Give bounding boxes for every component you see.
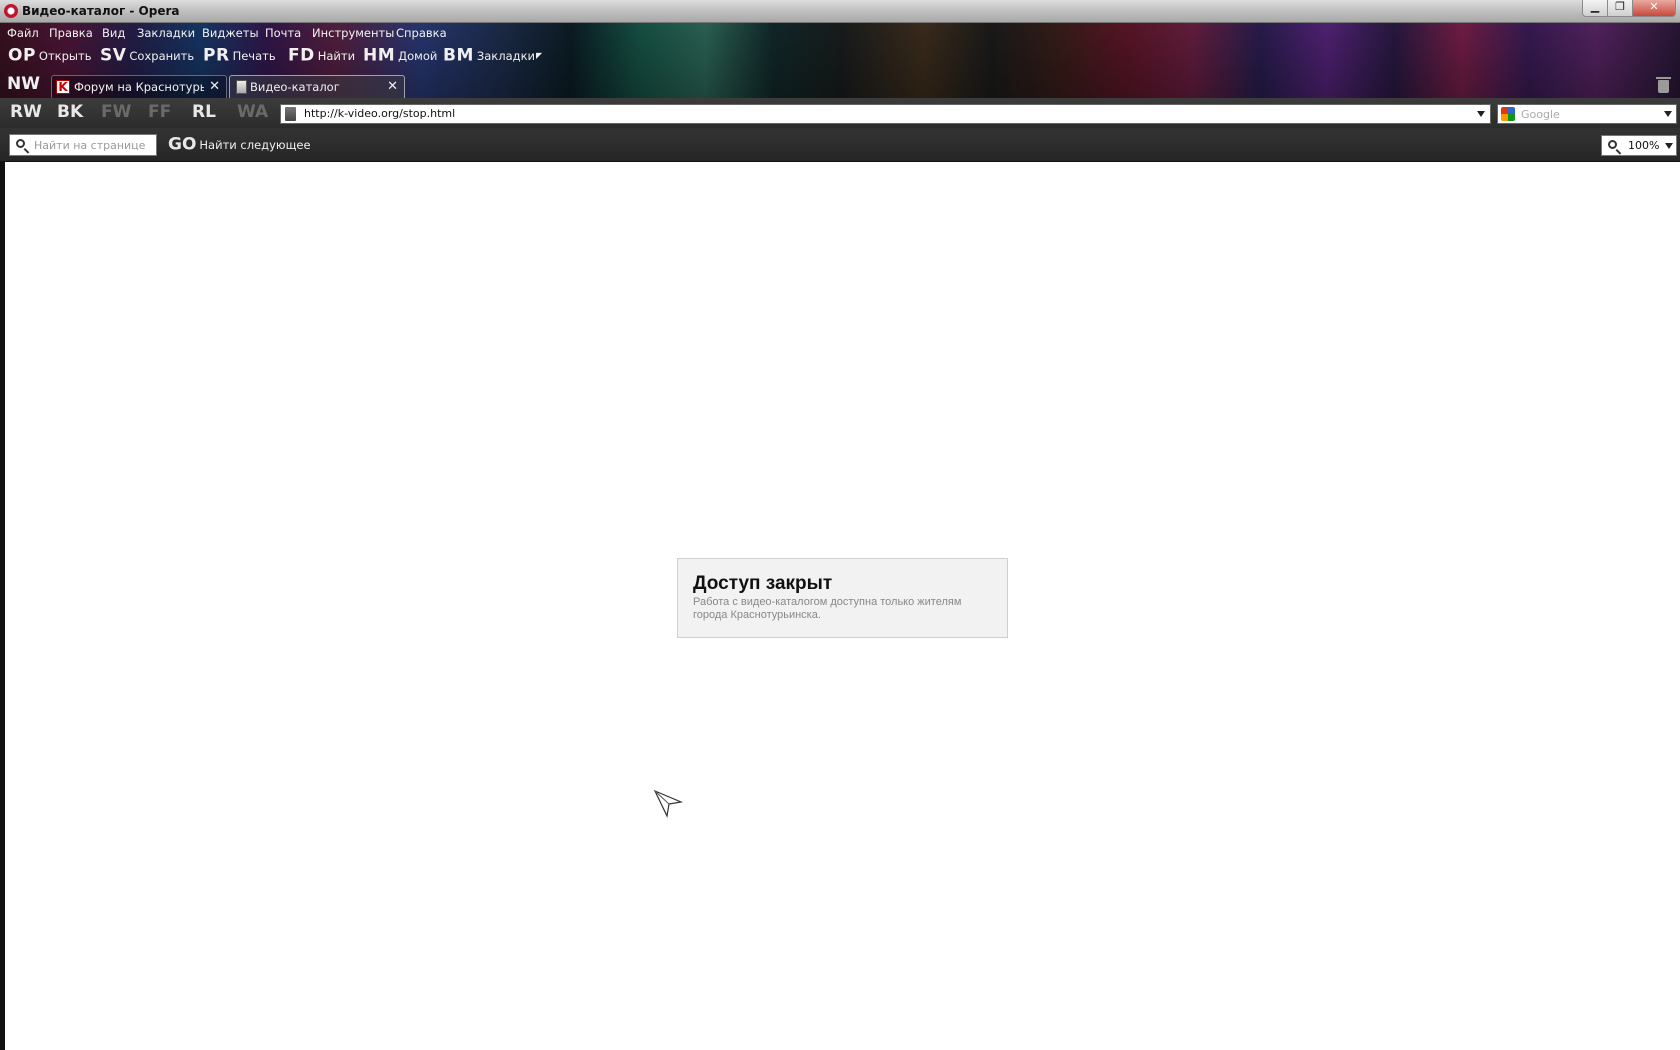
window-title: Видео-каталог - Opera <box>22 4 180 18</box>
notice-text: Работа с видео-каталогом доступна только… <box>693 596 962 621</box>
search-placeholder: Google <box>1521 108 1560 121</box>
dropdown-arrow-icon: ◤ <box>536 51 543 60</box>
restore-icon: ❐ <box>1615 0 1625 13</box>
back-button[interactable]: BK <box>57 102 83 122</box>
tab-forum-close-icon[interactable]: ✕ <box>209 79 220 94</box>
open-label: Открыть <box>38 48 92 63</box>
zoom-select[interactable]: 100% <box>1601 135 1677 156</box>
menu-bar: Файл Правка Вид Закладки Виджеты Почта И… <box>0 23 1680 43</box>
home-icon: HM <box>363 45 396 66</box>
open-icon: OP <box>8 45 36 66</box>
browser-chrome: Файл Правка Вид Закладки Виджеты Почта И… <box>0 23 1680 98</box>
home-button[interactable]: HM Домой <box>363 45 437 69</box>
find-icon: FD <box>288 45 315 66</box>
google-icon[interactable] <box>1501 107 1515 121</box>
home-label: Домой <box>398 48 438 63</box>
address-dropdown-icon[interactable] <box>1477 111 1485 117</box>
find-placeholder: Найти на странице <box>34 139 146 152</box>
notice-title: Доступ закрыт <box>693 573 833 594</box>
save-button[interactable]: SV Сохранить <box>100 45 194 69</box>
tab-video-catalog[interactable]: Видео-каталог ✕ <box>229 75 405 98</box>
zoom-value: 100% <box>1628 139 1660 152</box>
find-next-icon: GO <box>168 134 197 155</box>
new-tab-button[interactable]: NW <box>7 74 40 94</box>
menu-edit[interactable]: Правка <box>49 26 93 40</box>
save-icon: SV <box>100 45 127 66</box>
menu-view[interactable]: Вид <box>102 26 125 40</box>
zoom-dropdown-icon[interactable] <box>1665 143 1673 149</box>
menu-file[interactable]: Файл <box>7 26 39 40</box>
forward-button[interactable]: FW <box>101 102 131 122</box>
find-button[interactable]: FD Найти <box>288 45 355 69</box>
find-next-label: Найти следующее <box>199 137 311 152</box>
bookmarks-button[interactable]: BM Закладки◤ <box>443 45 542 69</box>
url-text[interactable]: http://k-video.org/stop.html <box>304 107 455 120</box>
forum-favicon-icon: K <box>56 80 70 94</box>
print-icon: PR <box>203 45 230 66</box>
tab-video-catalog-close-icon[interactable]: ✕ <box>387 79 398 94</box>
menu-widgets[interactable]: Виджеты <box>202 26 259 40</box>
rewind-button[interactable]: RW <box>10 102 42 122</box>
access-denied-notice: Доступ закрыт Работа с видео-каталогом д… <box>677 558 1008 638</box>
search-dropdown-icon[interactable] <box>1664 111 1672 117</box>
bookmarks-icon: BM <box>443 45 474 66</box>
trash-icon[interactable] <box>1656 77 1671 93</box>
tab-forum[interactable]: K Форум на Краснотурьи... ✕ <box>51 75 227 98</box>
menu-bookmarks[interactable]: Закладки <box>137 26 195 40</box>
tab-video-catalog-label: Видео-каталог <box>250 80 340 94</box>
browser-window: Видео-каталог - Opera ▁ ❐ ✕ Файл Правка … <box>0 0 1680 1050</box>
open-button[interactable]: OP Открыть <box>8 45 91 69</box>
address-field[interactable]: http://k-video.org/stop.html <box>280 104 1491 124</box>
tab-bar: NW K Форум на Краснотурьи... ✕ Видео-кат… <box>0 71 1680 98</box>
search-field[interactable]: Google <box>1497 104 1677 124</box>
find-next-button[interactable]: GO Найти следующее <box>168 134 311 155</box>
zoom-icon <box>1608 140 1617 149</box>
menu-tools[interactable]: Инструменты <box>312 26 394 40</box>
minimize-button[interactable]: ▁ <box>1582 0 1608 17</box>
page-info-icon[interactable] <box>285 107 296 121</box>
search-icon <box>16 139 25 148</box>
menu-mail[interactable]: Почта <box>265 26 301 40</box>
restore-button[interactable]: ❐ <box>1607 0 1633 17</box>
find-label: Найти <box>317 48 356 63</box>
fast-forward-button[interactable]: FF <box>148 102 171 122</box>
find-on-page-input[interactable]: Найти на странице <box>9 134 157 156</box>
print-label: Печать <box>232 48 276 63</box>
page-content: Доступ закрыт Работа с видео-каталогом д… <box>5 162 1680 1050</box>
print-button[interactable]: PR Печать <box>203 45 276 69</box>
page-favicon-icon <box>236 80 247 94</box>
close-icon: ✕ <box>1649 0 1659 13</box>
main-toolbar: OP Открыть SV Сохранить PR Печать FD Найти H… <box>0 45 1680 69</box>
cursor-icon <box>653 789 684 818</box>
close-window-button[interactable]: ✕ <box>1632 0 1676 17</box>
find-bar: Найти на странице GO Найти следующее 100% <box>0 128 1680 162</box>
menu-help[interactable]: Справка <box>396 26 447 40</box>
minimize-icon: ▁ <box>1590 0 1600 13</box>
opera-logo-icon <box>4 4 18 18</box>
wand-button[interactable]: WA <box>237 102 268 122</box>
title-bar: Видео-каталог - Opera ▁ ❐ ✕ <box>0 0 1680 23</box>
address-toolbar: RW BK FW FF RL WA http://k-video.org/sto… <box>0 98 1680 128</box>
bookmarks-label: Закладки <box>476 48 536 63</box>
tab-forum-label: Форум на Краснотурьи... <box>74 80 204 94</box>
reload-button[interactable]: RL <box>192 102 216 122</box>
save-label: Сохранить <box>129 48 195 63</box>
